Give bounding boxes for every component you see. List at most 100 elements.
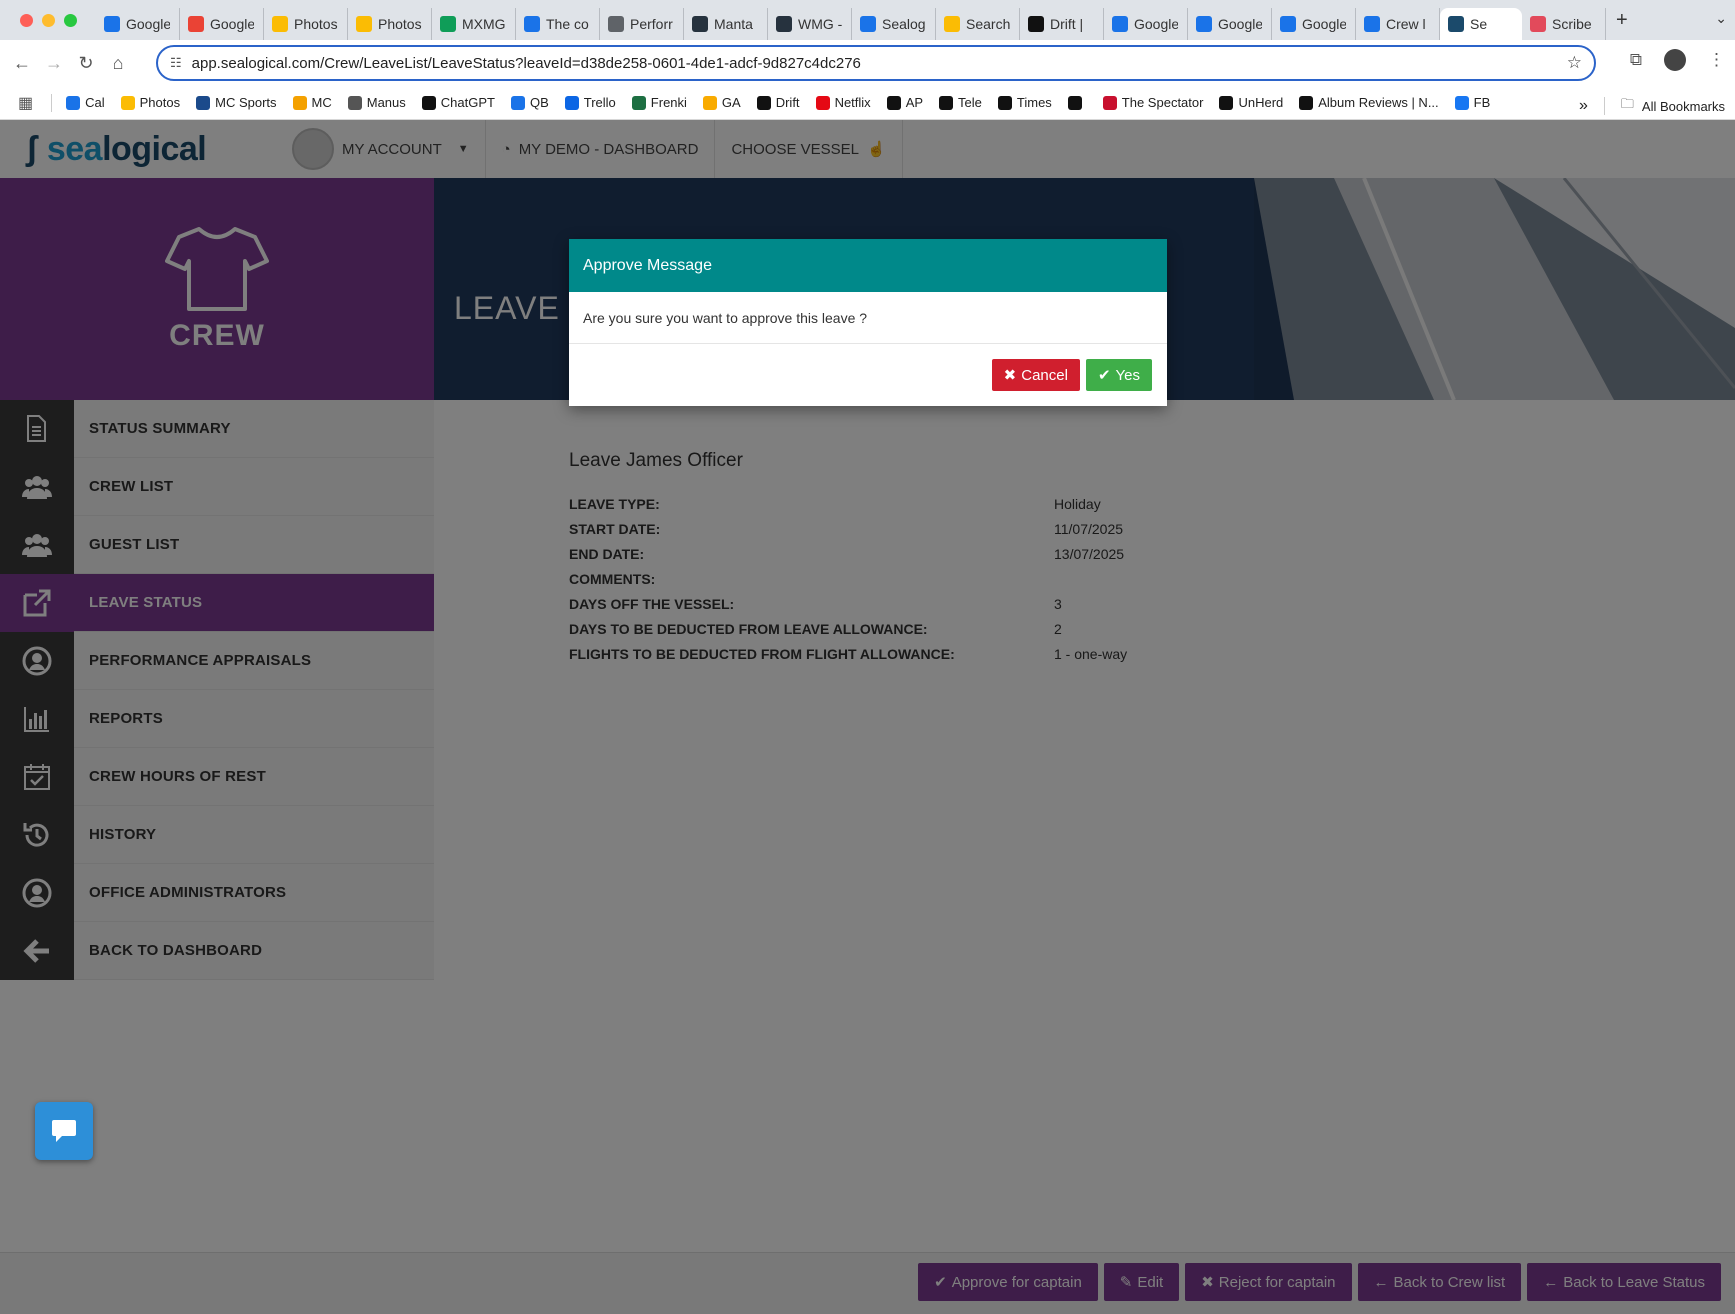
globe-icon bbox=[1280, 16, 1296, 32]
browser-tab[interactable]: Sealog bbox=[852, 8, 936, 40]
bookmark-item[interactable]: Manus bbox=[347, 95, 406, 110]
minimize-window-button[interactable] bbox=[42, 13, 55, 27]
approve-dialog: Approve Message Are you sure you want to… bbox=[569, 239, 1167, 406]
browser-tab[interactable]: Perforr bbox=[600, 8, 684, 40]
spectator-icon bbox=[1102, 95, 1117, 110]
browser-tab[interactable]: The co bbox=[516, 8, 600, 40]
browser-tab[interactable]: MXMG bbox=[432, 8, 516, 40]
bookmark-label: GA bbox=[721, 95, 741, 110]
netflix-icon bbox=[815, 95, 830, 110]
address-bar[interactable]: ☷ app.sealogical.com/Crew/LeaveList/Leav… bbox=[156, 45, 1596, 81]
browser-tab[interactable]: Photos bbox=[348, 8, 432, 40]
bookmark-item[interactable]: MC bbox=[292, 95, 332, 110]
browser-tab[interactable]: Google bbox=[1104, 8, 1188, 40]
bookmark-item[interactable]: FB bbox=[1454, 95, 1491, 110]
drift-icon bbox=[756, 95, 771, 110]
tab-title: Sealog bbox=[882, 16, 926, 32]
yes-label: Yes bbox=[1115, 366, 1140, 384]
times-icon bbox=[997, 95, 1012, 110]
all-bookmarks-label[interactable]: All Bookmarks bbox=[1642, 99, 1725, 114]
analytics-icon bbox=[702, 95, 717, 110]
browser-tab[interactable]: Scribe bbox=[1522, 8, 1606, 40]
forward-arrow-icon[interactable]: → bbox=[38, 53, 70, 74]
bookmark-item[interactable]: Album Reviews | N... bbox=[1299, 95, 1439, 110]
tab-title: MXMG bbox=[462, 16, 506, 32]
drift-icon bbox=[1028, 16, 1044, 32]
bookmarks-divider bbox=[1603, 97, 1605, 115]
close-window-button[interactable] bbox=[20, 13, 33, 27]
bookmark-item[interactable]: Drift bbox=[756, 95, 800, 110]
bookmark-label: UnHerd bbox=[1238, 95, 1284, 110]
reload-icon[interactable]: ↻ bbox=[70, 53, 102, 74]
bookmark-item[interactable]: ChatGPT bbox=[421, 95, 495, 110]
browser-tab[interactable]: Crew l bbox=[1356, 8, 1440, 40]
amazon-icon bbox=[886, 95, 901, 110]
yes-button[interactable]: ✔ Yes bbox=[1085, 359, 1152, 391]
browser-tab[interactable]: Google bbox=[1272, 8, 1356, 40]
scribe-icon bbox=[1530, 16, 1546, 32]
qb-icon bbox=[510, 95, 525, 110]
tele-icon bbox=[939, 95, 954, 110]
tab-title: Google bbox=[1218, 16, 1262, 32]
maximize-window-button[interactable] bbox=[64, 13, 77, 27]
home-icon[interactable]: ⌂ bbox=[102, 53, 134, 74]
trello-icon bbox=[564, 95, 579, 110]
bookmark-label: FB bbox=[1473, 95, 1491, 110]
browser-tab[interactable]: Se✕ bbox=[1440, 8, 1522, 40]
dialog-title: Approve Message bbox=[569, 239, 1167, 292]
bookmark-item[interactable]: UnHerd bbox=[1219, 95, 1283, 110]
bookmark-item[interactable]: Trello bbox=[564, 95, 616, 110]
tab-title: Manta bbox=[714, 16, 753, 32]
bookmark-item[interactable]: Frenki bbox=[631, 95, 687, 110]
extensions-icon[interactable]: ⧉ bbox=[1630, 50, 1642, 70]
bookmark-item[interactable]: MC Sports bbox=[196, 95, 277, 110]
browser-tab[interactable]: Photos bbox=[264, 8, 348, 40]
globe-icon bbox=[1196, 16, 1212, 32]
chat-bubble-icon bbox=[52, 1120, 76, 1142]
bookmarks-divider bbox=[51, 93, 53, 112]
bookmark-item[interactable]: GA bbox=[702, 95, 741, 110]
chevron-double-right-icon[interactable]: » bbox=[1579, 97, 1588, 115]
browser-tab[interactable]: Search bbox=[936, 8, 1020, 40]
x-icon: ✖ bbox=[1003, 367, 1017, 384]
site-info-icon[interactable]: ☷ bbox=[170, 55, 182, 71]
mc-icon bbox=[292, 95, 307, 110]
bookmark-item[interactable]: Tele bbox=[939, 95, 982, 110]
apps-grid-icon[interactable]: ▦ bbox=[18, 93, 33, 113]
chat-widget-button[interactable] bbox=[35, 1102, 93, 1160]
bookmark-star-icon[interactable]: ☆ bbox=[1567, 53, 1582, 73]
browser-toolbar: ← → ↻ ⌂ ☷ app.sealogical.com/Crew/LeaveL… bbox=[0, 40, 1735, 86]
new-tab-button[interactable]: + bbox=[1616, 9, 1628, 32]
tab-title: Scribe bbox=[1552, 16, 1592, 32]
back-arrow-icon[interactable]: ← bbox=[6, 53, 38, 74]
bookmark-label: MC Sports bbox=[215, 95, 277, 110]
browser-tab[interactable]: WMG - bbox=[768, 8, 852, 40]
browser-tab[interactable]: Google bbox=[1188, 8, 1272, 40]
bookmark-item[interactable]: AP bbox=[886, 95, 923, 110]
trello-icon bbox=[776, 16, 792, 32]
all-bookmarks[interactable]: » 🗀 All Bookmarks bbox=[1579, 95, 1725, 117]
tab-search-icon[interactable]: ⌄ bbox=[1715, 10, 1727, 27]
dialog-message: Are you sure you want to approve this le… bbox=[569, 292, 1167, 344]
bookmark-label: MC bbox=[311, 95, 332, 110]
profile-avatar[interactable] bbox=[1664, 49, 1686, 71]
cancel-label: Cancel bbox=[1021, 366, 1068, 384]
menu-icon[interactable]: ⋮ bbox=[1708, 50, 1725, 70]
bookmark-item[interactable]: Times bbox=[997, 95, 1052, 110]
bookmark-item[interactable]: QB bbox=[510, 95, 549, 110]
globe-icon bbox=[608, 16, 624, 32]
bookmark-item[interactable]: Netflix bbox=[815, 95, 871, 110]
bookmark-item[interactable] bbox=[1067, 95, 1087, 110]
ads-icon bbox=[944, 16, 960, 32]
browser-tab[interactable]: Drift | bbox=[1020, 8, 1104, 40]
cancel-button[interactable]: ✖ Cancel bbox=[991, 359, 1080, 391]
bookmark-item[interactable]: Cal bbox=[66, 95, 105, 110]
browser-tab[interactable]: Google bbox=[96, 8, 180, 40]
url-text[interactable]: app.sealogical.com/Crew/LeaveList/LeaveS… bbox=[192, 55, 861, 72]
bookmark-item[interactable]: The Spectator bbox=[1102, 95, 1203, 110]
bookmark-item[interactable]: Photos bbox=[120, 95, 180, 110]
facebook-icon bbox=[1454, 95, 1469, 110]
tab-title: Perforr bbox=[630, 16, 673, 32]
browser-tab[interactable]: Google bbox=[180, 8, 264, 40]
browser-tab[interactable]: Manta bbox=[684, 8, 768, 40]
